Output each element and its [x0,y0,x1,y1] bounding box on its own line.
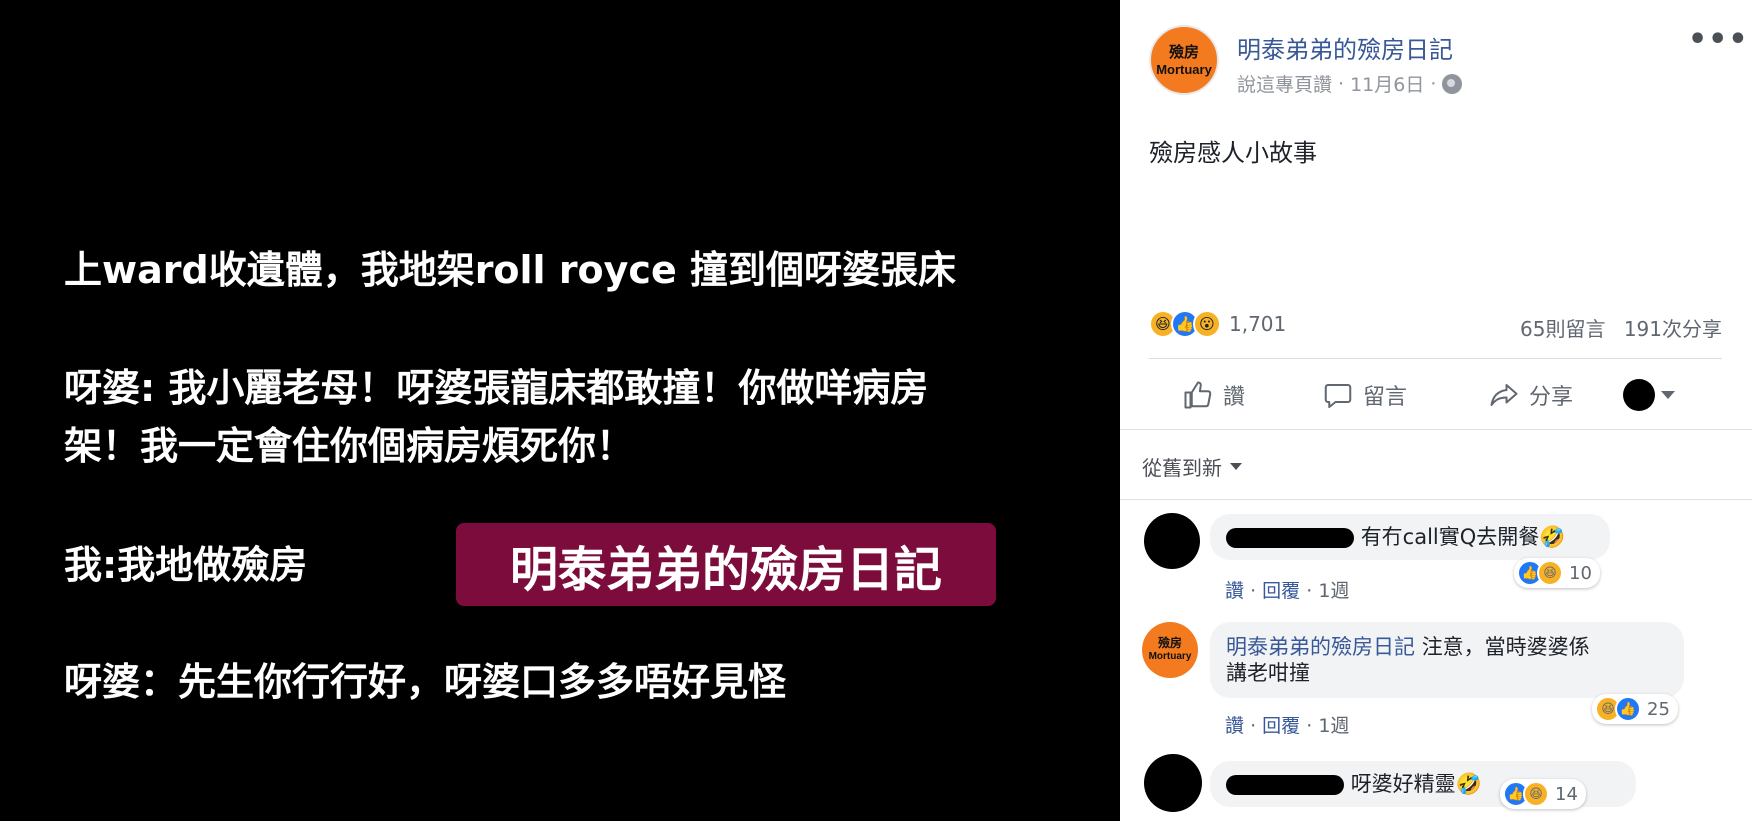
haha-icon: 😆 [1523,781,1549,807]
avatar-text: 殮房 [1157,636,1182,650]
page-name-link[interactable]: 明泰弟弟的殮房日記 [1237,30,1453,65]
redacted-name [1226,528,1354,548]
comment-actions: 讚 · 回覆 · 1週 [1225,711,1349,738]
share-label: 分享 [1529,385,1574,410]
comment-actions: 讚 · 回覆 · 1週 [1225,576,1349,603]
image-text-line: 呀婆：先生你行行好，呀婆口多多唔好見怪 [64,660,787,704]
image-text-line: 我:我地做殮房 [64,543,308,587]
comment-text: 講老咁撞 [1226,661,1310,685]
comment-reply-link[interactable]: 回覆 [1262,580,1300,602]
comment-reply-link[interactable]: 回覆 [1262,715,1300,737]
engagement-counts: 65則留言 191次分享 [1508,313,1722,342]
avatar-text: Mortuary [1156,62,1212,77]
comment-bubble: 有冇call實Q去開餐🤣 [1210,514,1610,560]
post-date-link[interactable]: 11月6日 [1350,70,1424,97]
comment-reaction-count: 25 [1647,698,1670,720]
image-watermark: 明泰弟弟的殮房日記 [456,523,996,606]
share-count-link[interactable]: 191次分享 [1624,317,1722,341]
comment-like-link[interactable]: 讚 [1225,580,1244,602]
comment-text: 呀婆好精靈🤣 [1350,772,1482,796]
image-text-line: 上ward收遺體，我地架roll royce 撞到個呀婆張床 [64,248,956,292]
meta-prefix: 說這專頁讚 [1237,74,1333,96]
comment-reactions[interactable]: 👍 😆 10 [1514,558,1600,588]
haha-icon: 😆 [1537,560,1563,586]
separator: · [1250,715,1263,737]
more-options-icon[interactable]: ••• [1688,22,1749,57]
reactions-summary[interactable]: 😆 👍 😮 1,701 [1149,310,1286,338]
divider [1120,499,1752,500]
comment-count-link[interactable]: 65則留言 [1520,317,1605,341]
post-panel: 殮房 Mortuary 明泰弟弟的殮房日記 說這專頁讚 · 11月6日 · ••… [1120,0,1752,821]
comment-text: 注意，當時婆婆係 [1421,635,1590,659]
comment-text: 有冇call實Q去開餐🤣 [1360,525,1566,549]
comment-sort-dropdown[interactable]: 從舊到新 [1142,452,1242,481]
chevron-down-icon [1661,391,1676,399]
post-image[interactable]: 上ward收遺體，我地架roll royce 撞到個呀婆張床 呀婆: 我小麗老母… [0,0,1120,821]
comment-author-link[interactable]: 明泰弟弟的殮房日記 [1226,635,1415,659]
share-arrow-icon [1490,384,1518,406]
commenter-avatar[interactable]: 殮房 Mortuary [1142,622,1198,678]
like-button[interactable]: 讚 [1183,379,1245,411]
comment-reactions[interactable]: 👍 😆 14 [1500,779,1586,809]
commenter-avatar[interactable] [1144,754,1202,812]
sort-label: 從舊到新 [1142,456,1222,480]
commenter-avatar[interactable] [1144,513,1200,569]
comment-bubble: 明泰弟弟的殮房日記 注意，當時婆婆係 講老咁撞 [1210,622,1684,698]
comment-reaction-count: 14 [1555,783,1578,805]
page-avatar[interactable]: 殮房 Mortuary [1149,25,1219,95]
reaction-count: 1,701 [1229,312,1287,336]
comment-label: 留言 [1363,385,1408,410]
comment-reaction-count: 10 [1569,562,1592,584]
avatar-text: 殮房 [1168,44,1199,61]
post-meta: 說這專頁讚 · 11月6日 · [1237,70,1463,97]
post-as-selector[interactable] [1623,379,1676,411]
post-text: 殮房感人小故事 [1149,139,1317,167]
wow-icon: 😮 [1193,310,1221,338]
divider [1120,429,1752,430]
like-reaction-icon: 👍 [1615,696,1641,722]
share-button[interactable]: 分享 [1489,379,1573,411]
profile-avatar [1623,379,1656,411]
image-text-line: 架！我一定會住你個病房煩死你！ [64,424,635,468]
chevron-down-icon [1230,463,1242,470]
redacted-name [1226,775,1344,795]
separator: · [1306,715,1319,737]
post-actions: 讚 留言 分享 [1149,370,1722,420]
comment-button[interactable]: 留言 [1323,379,1407,411]
divider [1149,358,1722,359]
comment-reactions[interactable]: 😆 👍 25 [1592,694,1678,724]
like-label: 讚 [1223,385,1246,410]
separator: · [1338,72,1345,95]
image-text-line: 呀婆: 我小麗老母！呀婆張龍床都敢撞！你做咩病房 [64,366,929,410]
avatar-text: Mortuary [1148,651,1192,662]
comment-like-link[interactable]: 讚 [1225,715,1244,737]
comment-bubble-icon [1324,384,1352,408]
separator: · [1306,580,1319,602]
globe-icon[interactable] [1442,73,1463,94]
comment-time[interactable]: 1週 [1318,715,1349,737]
thumbs-up-icon [1184,381,1212,409]
separator: · [1250,580,1263,602]
separator: · [1430,72,1437,95]
comment-time[interactable]: 1週 [1318,580,1349,602]
